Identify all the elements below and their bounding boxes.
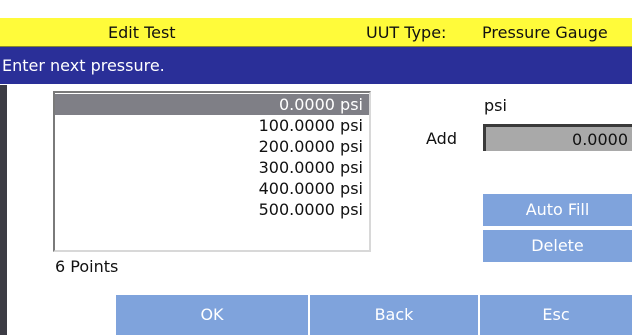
pressure-list[interactable]: 0.0000 psi 100.0000 psi 200.0000 psi 300… bbox=[53, 91, 371, 252]
list-item[interactable]: 0.0000 psi bbox=[55, 94, 369, 115]
uut-type-value: Pressure Gauge bbox=[482, 23, 608, 42]
uut-type-label: UUT Type: bbox=[366, 23, 447, 42]
unit-label: psi bbox=[484, 96, 507, 115]
edit-test-screen: Edit Test UUT Type: Pressure Gauge Enter… bbox=[0, 0, 632, 335]
add-label: Add bbox=[426, 129, 457, 148]
bezel-edge bbox=[0, 85, 7, 335]
title-bar: Edit Test UUT Type: Pressure Gauge bbox=[0, 18, 632, 47]
page-title: Edit Test bbox=[108, 23, 176, 42]
prompt-text: Enter next pressure. bbox=[2, 56, 165, 75]
add-pressure-value: 0.0000 bbox=[572, 130, 628, 149]
list-item[interactable]: 100.0000 psi bbox=[55, 115, 369, 136]
list-item[interactable]: 500.0000 psi bbox=[55, 199, 369, 220]
add-pressure-field[interactable]: 0.0000 bbox=[483, 124, 632, 151]
list-item[interactable]: 300.0000 psi bbox=[55, 157, 369, 178]
ok-button[interactable]: OK bbox=[116, 295, 308, 335]
list-item[interactable]: 400.0000 psi bbox=[55, 178, 369, 199]
delete-button[interactable]: Delete bbox=[483, 230, 632, 262]
auto-fill-button[interactable]: Auto Fill bbox=[483, 194, 632, 226]
prompt-bar: Enter next pressure. bbox=[0, 47, 632, 84]
esc-button[interactable]: Esc bbox=[480, 295, 632, 335]
back-button[interactable]: Back bbox=[310, 295, 478, 335]
list-item[interactable]: 200.0000 psi bbox=[55, 136, 369, 157]
points-count: 6 Points bbox=[55, 257, 119, 276]
